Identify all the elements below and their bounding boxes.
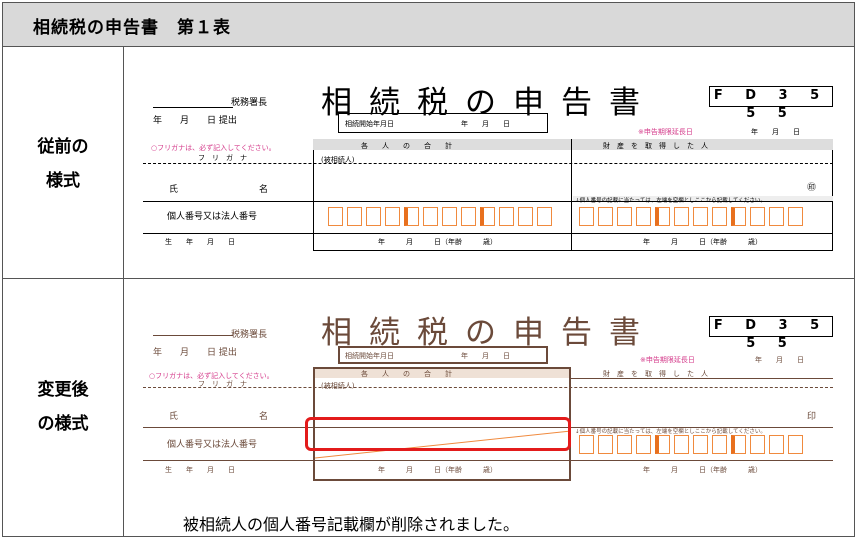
extension-date: 年 月 日: [755, 356, 804, 364]
title-bar: 相続税の申告書 第１表: [3, 3, 854, 47]
submitted: 年 月 日 提出: [153, 116, 237, 126]
change-note: 被相続人の個人番号記載欄が削除されました。: [183, 515, 520, 534]
birth-left: 生 年 月 日: [165, 466, 235, 474]
extension-date: 年 月 日: [751, 128, 800, 136]
my-number-note: ↓個人番号の記載に当たっては、左端を空欄としここから記載してください。: [575, 198, 766, 204]
col-each-person: 各 人 の 合 計: [361, 142, 452, 150]
comparison-table: 相続税の申告書 第１表 従前の 様式 変更後 の様式 税務署長 年 月 日 提出…: [2, 2, 855, 537]
col-each-person: 各 人 の 合 計: [361, 370, 452, 378]
start-date-label: 相続開始年月日: [345, 352, 394, 360]
form-code: F D 3 5 5 5: [709, 86, 833, 121]
deceased: (被相続人): [321, 382, 355, 390]
birth-right-deceased: 年 月 日（年齢 歳）: [378, 238, 497, 246]
extension-label: ※申告期限延長日: [638, 128, 693, 136]
my-number-label: 個人番号又は法人番号: [167, 212, 258, 222]
form-after: 税務署長 年 月 日 提出 相続税の申告書 F D 3 5 5 5 相続開始年月…: [143, 303, 843, 483]
form-code: F D 3 5 5 5: [709, 316, 833, 351]
page-title: 相続税の申告書 第１表: [33, 18, 231, 38]
submitted: 年 月 日 提出: [153, 348, 237, 358]
my-number-label: 個人番号又は法人番号: [167, 440, 258, 450]
birth-left: 生 年 月 日: [165, 238, 235, 246]
form-before: 税務署長 年 月 日 提出 相続税の申告書 F D 3 5 5 5 相続開始年月…: [143, 75, 843, 255]
furigana-note: ○フリガナは、必ず記入してください。: [151, 144, 276, 152]
row-label-after: 変更後 の様式: [37, 380, 89, 434]
birth-right-heir: 年 月 日（年齢 歳）: [643, 238, 762, 246]
removed-field-highlight: [305, 417, 571, 451]
seal: 印: [807, 412, 817, 422]
extension-label: ※申告期限延長日: [640, 356, 695, 364]
row-label-before: 従前の 様式: [37, 137, 89, 191]
start-date-label: 相続開始年月日: [345, 120, 394, 128]
furigana: フ リ ガ ナ: [198, 380, 247, 388]
deceased: (被相続人): [321, 156, 355, 164]
row-divider: [3, 278, 854, 279]
office-head: 税務署長: [231, 330, 268, 340]
name-label: 氏 名: [169, 412, 269, 422]
name-label: 氏 名: [169, 185, 269, 195]
birth-right-heir: 年 月 日（年齢 歳）: [643, 466, 762, 474]
start-date-suffix: 年 月 日: [461, 120, 510, 128]
column-divider: [123, 47, 124, 537]
seal: ㊞: [807, 183, 817, 193]
furigana: フ リ ガ ナ: [198, 154, 247, 162]
birth-right-deceased: 年 月 日（年齢 歳）: [378, 466, 497, 474]
start-date-suffix: 年 月 日: [461, 352, 510, 360]
col-heir: 財 産 を 取 得 し た 人: [603, 142, 708, 150]
my-number-note: ↓個人番号の記載に当たっては、左端を空欄としここから記載してください。: [575, 429, 766, 435]
office-head: 税務署長: [231, 98, 268, 108]
